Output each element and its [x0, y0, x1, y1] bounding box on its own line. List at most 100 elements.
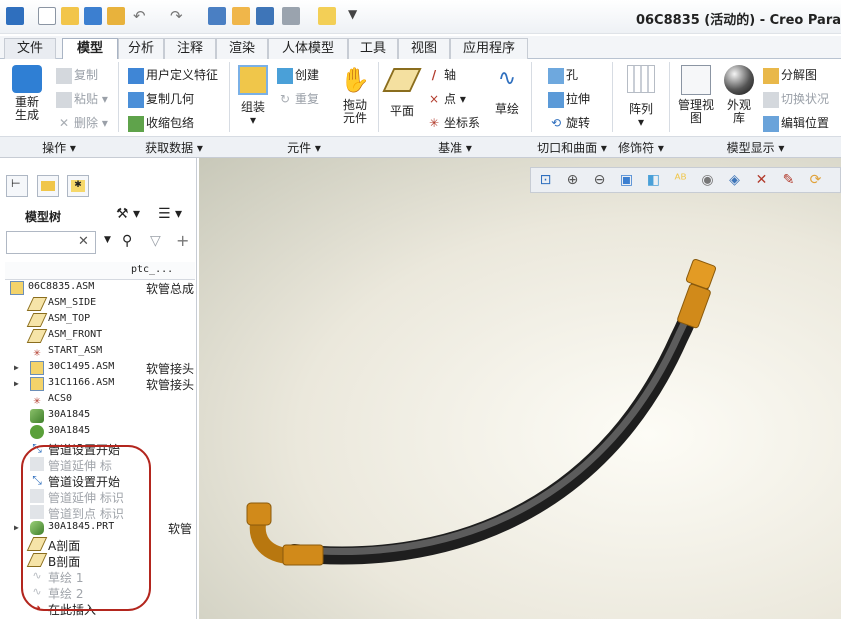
revolve-label: 旋转	[566, 116, 591, 130]
paste-button[interactable]: 粘贴 ▾	[56, 90, 108, 108]
window-icon[interactable]	[256, 7, 274, 25]
edit-icon[interactable]	[232, 7, 250, 25]
group-datum[interactable]: 基准 ▾	[379, 139, 531, 156]
toggle-state-label: 切换状况	[781, 92, 830, 106]
edit-position-button[interactable]: 编辑位置	[763, 114, 829, 132]
regenerate-icon[interactable]	[107, 7, 125, 25]
delete-icon: ✕	[58, 115, 70, 130]
saved-orientations-icon[interactable]: ᴬᴮ	[672, 172, 689, 189]
assemble-button[interactable]: 组装 ▾	[233, 65, 273, 127]
tree-settings-button[interactable]: ⚒ ▾	[116, 206, 140, 222]
extrude-button[interactable]: 拉伸	[548, 90, 590, 108]
manage-views-button[interactable]: 管理视图	[676, 65, 716, 125]
tab-model[interactable]: 模型	[62, 38, 118, 60]
expand-icon[interactable]: ▶	[14, 363, 19, 372]
revolve-button[interactable]: ⟲ 旋转	[548, 114, 590, 132]
datum-display-icon[interactable]: ✕	[753, 172, 770, 189]
manage-views-label: 管理视图	[677, 98, 714, 125]
pipe-part-icon	[30, 409, 44, 423]
add-column-icon[interactable]: +	[176, 231, 189, 250]
pattern-icon	[627, 65, 655, 93]
clear-search-icon[interactable]: ✕	[78, 234, 89, 249]
tab-annotate[interactable]: 注释	[164, 38, 216, 59]
tree-display-button[interactable]: ☰ ▾	[158, 206, 182, 222]
extrude-icon	[548, 91, 564, 108]
explode-view-button[interactable]: 分解图	[763, 66, 817, 84]
create-icon	[277, 67, 293, 84]
copy-button[interactable]: 复制	[56, 66, 98, 84]
search-dropdown-icon[interactable]: ▼	[104, 235, 111, 245]
tab-render[interactable]: 渲染	[216, 38, 268, 59]
filter-icon[interactable]: ▽	[150, 233, 161, 249]
create-button[interactable]: 创建	[277, 66, 319, 84]
group-model-display[interactable]: 模型显示 ▾	[670, 139, 841, 156]
plane-button[interactable]: 平面	[382, 65, 422, 118]
find-icon[interactable]: ⚲	[122, 233, 132, 249]
redo-icon[interactable]: ↷	[170, 7, 188, 25]
appearance-gallery-button[interactable]: 外观库	[720, 65, 758, 125]
group-model-display-label: 模型显示	[726, 141, 775, 155]
group-cut-surface[interactable]: 切口和曲面 ▾	[532, 139, 612, 156]
zoom-out-icon[interactable]: ⊖	[591, 172, 608, 189]
point-button[interactable]: × 点 ▾	[426, 90, 466, 108]
repaint-icon[interactable]: ▣	[618, 172, 635, 189]
view-manager-icon[interactable]: ◉	[699, 172, 716, 189]
tab-analysis[interactable]: 分析	[118, 38, 164, 59]
toggle-state-button[interactable]: 切换状况	[763, 90, 829, 108]
model-intent-icon[interactable]	[208, 7, 226, 25]
graphics-window[interactable]	[199, 158, 841, 619]
sketch-button[interactable]: ∿ 草绘	[490, 65, 524, 116]
close-window-icon[interactable]	[282, 7, 300, 25]
axis-button[interactable]: / 轴	[426, 66, 456, 84]
drag-component-button[interactable]: ✋ 拖动元件	[336, 65, 374, 125]
tab-tools[interactable]: 工具	[348, 38, 398, 59]
copy-geometry-button[interactable]: 复制几何	[128, 90, 194, 108]
favorites-tab[interactable]: ✱	[67, 175, 89, 197]
tree-row-label: ASM_FRONT	[48, 329, 103, 340]
customize-icon[interactable]: ▼	[348, 7, 366, 25]
view-toolbar: ⊡ ⊕ ⊖ ▣ ◧ ᴬᴮ ◉ ◈ ✕ ✎ ⟳	[530, 167, 841, 193]
regenerate-icon	[12, 65, 42, 93]
display-style-icon[interactable]: ◧	[645, 172, 662, 189]
undo-icon[interactable]: ↶	[133, 7, 151, 25]
tab-file[interactable]: 文件	[4, 38, 56, 59]
group-operations[interactable]: 操作 ▾	[0, 139, 118, 156]
shrinkwrap-button[interactable]: 收缩包络	[128, 114, 194, 132]
annotation-display-icon[interactable]: ✎	[780, 172, 797, 189]
folder-browser-tab[interactable]	[37, 175, 59, 197]
udf-button[interactable]: 用户定义特征	[128, 66, 218, 84]
repeat-button[interactable]: ↻ 重复	[277, 90, 319, 108]
pattern-button[interactable]: 阵列 ▾	[622, 65, 660, 129]
model-tree-tab[interactable]: ⊢	[6, 175, 28, 197]
group-modifiers[interactable]: 修饰符 ▾	[613, 139, 669, 156]
refit-icon[interactable]: ⊡	[537, 172, 554, 189]
list-icon: ☰	[158, 206, 171, 222]
perspective-icon[interactable]: ◈	[726, 172, 743, 189]
new-icon[interactable]	[38, 7, 56, 25]
tab-manikin[interactable]: 人体模型	[268, 38, 348, 59]
zoom-in-icon[interactable]: ⊕	[564, 172, 581, 189]
delete-label: 删除	[74, 116, 99, 130]
group-get-data[interactable]: 获取数据 ▾	[119, 139, 229, 156]
expand-icon[interactable]: ▶	[14, 379, 19, 388]
model-tree-title: 模型树	[25, 210, 62, 224]
folder-icon[interactable]	[318, 7, 336, 25]
tree-row-label: 31C1166.ASM	[48, 377, 115, 388]
divider	[378, 62, 379, 132]
divider	[118, 62, 119, 132]
tab-applications[interactable]: 应用程序	[450, 38, 528, 59]
delete-button[interactable]: ✕ 删除 ▾	[56, 114, 108, 132]
datum-plane-icon	[26, 313, 48, 327]
hole-icon	[548, 67, 564, 84]
tab-view[interactable]: 视图	[398, 38, 450, 59]
dropdown-icon: ▾	[637, 115, 645, 129]
save-icon[interactable]	[84, 7, 102, 25]
csys-button[interactable]: ✳ 坐标系	[426, 114, 480, 132]
shrinkwrap-label: 收缩包络	[146, 116, 195, 130]
regenerate-button[interactable]: 重新生成	[6, 65, 48, 122]
pattern-label: 阵列	[628, 102, 653, 116]
group-component[interactable]: 元件 ▾	[230, 139, 378, 156]
hole-button[interactable]: 孔	[548, 66, 578, 84]
open-icon[interactable]	[61, 7, 79, 25]
spin-center-icon[interactable]: ⟳	[807, 172, 824, 189]
